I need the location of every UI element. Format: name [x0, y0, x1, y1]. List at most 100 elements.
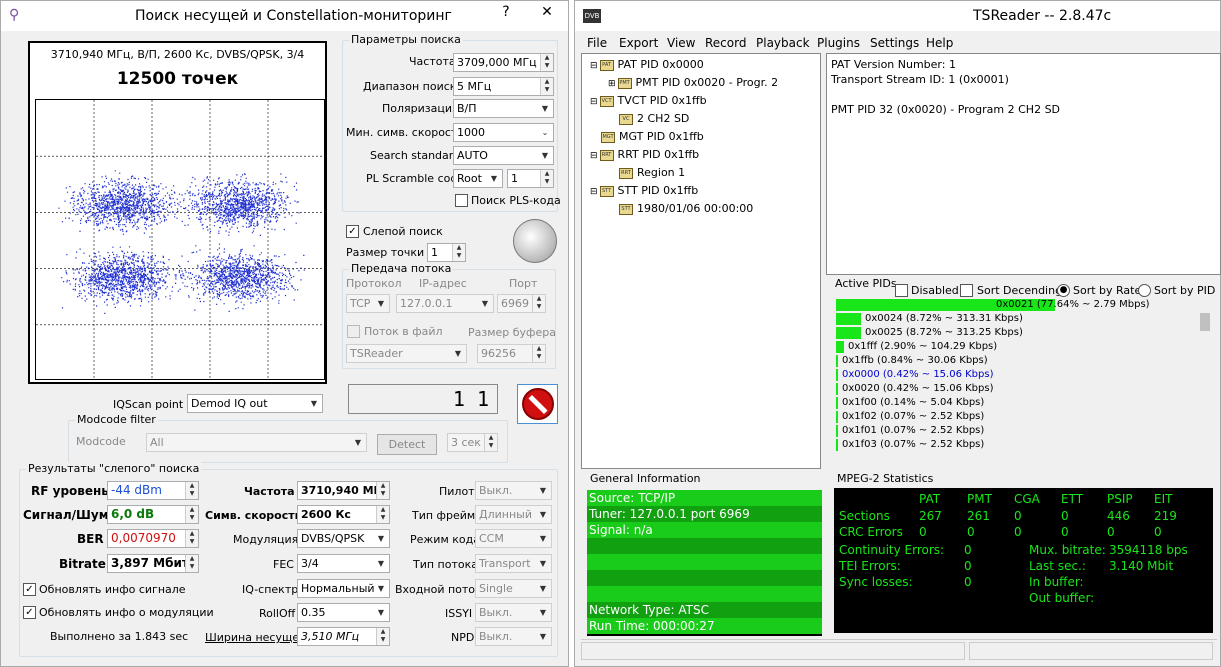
menu-view[interactable]: View — [667, 36, 695, 50]
tree-node[interactable]: ⊟ VCT TVCT PID 0x1ffb — [590, 94, 707, 107]
freq-spin[interactable]: ▲ ▼ — [540, 54, 553, 71]
proto-select[interactable]: TCP ▼ — [346, 294, 390, 313]
modcode-select[interactable]: All ▼ — [146, 433, 367, 452]
pid-row[interactable]: 0x0020 (0.42% ~ 15.06 Kbps) — [836, 383, 993, 395]
tree-node[interactable]: ⊟ PAT PAT PID 0x0000 — [590, 58, 704, 71]
pid-row[interactable]: 0x0025 (8.72% ~ 313.25 Kbps) — [836, 327, 1023, 339]
ber-spin[interactable]: ▲ ▼ — [185, 530, 198, 547]
expander-icon[interactable]: ⊞ — [608, 79, 616, 89]
detect-time-input[interactable]: 3 сек ▲ ▼ — [447, 433, 498, 452]
pid-row[interactable]: 0x0000 (0.42% ~ 15.06 Kbps) — [836, 369, 993, 381]
res-bw-label[interactable]: Ширина несущей — [205, 631, 306, 644]
upd-signal-checkbox[interactable]: ✓ — [23, 583, 36, 596]
pid-row[interactable]: 0x1f02 (0.07% ~ 2.52 Kbps) — [836, 411, 984, 423]
expander-icon[interactable]: ⊟ — [590, 97, 598, 107]
frame-select[interactable]: Длинный ▼ — [475, 505, 552, 524]
pids-scrollbar[interactable] — [1199, 299, 1211, 467]
pid-row[interactable]: 0x1ffb (0.84% ~ 30.06 Kbps) — [836, 355, 988, 367]
frame-label: Тип фрейма — [412, 509, 482, 522]
res-mod-select[interactable]: DVBS/QPSK ▼ — [297, 529, 390, 548]
menu-help[interactable]: Help — [926, 36, 953, 50]
res-rolloff-select[interactable]: 0.35 ▼ — [297, 603, 390, 622]
sortpid-radio[interactable] — [1138, 284, 1151, 297]
menu-playback[interactable]: Playback — [756, 36, 810, 50]
dot-size-spin[interactable]: ▲ ▼ — [452, 244, 465, 261]
res-mod-value: DVBS/QPSK — [301, 532, 365, 545]
res-fec-select[interactable]: 3/4 ▼ — [297, 554, 390, 573]
codemode-select[interactable]: CCM ▼ — [475, 529, 552, 548]
menu-file[interactable]: File — [587, 36, 607, 50]
res-iq-select[interactable]: Нормальный ▼ — [297, 579, 390, 598]
res-freq-spin[interactable]: ▲ ▼ — [376, 482, 389, 499]
port-spin[interactable]: ▲ ▼ — [532, 295, 545, 312]
pid-row[interactable]: 0x1f00 (0.14% ~ 5.04 Kbps) — [836, 397, 984, 409]
res-sym-spin[interactable]: ▲ ▼ — [376, 506, 389, 523]
pol-select[interactable]: В/П ▼ — [453, 99, 554, 118]
port-input[interactable]: 6969 ▲ ▼ — [497, 294, 546, 313]
pid-row[interactable]: 0x1f01 (0.07% ~ 2.52 Kbps) — [836, 425, 984, 437]
tree-node[interactable]: ⊟ RRT RRT PID 0x1ffb — [590, 148, 699, 161]
range-input[interactable]: 5 МГц ▲ ▼ — [453, 77, 554, 96]
pid-row[interactable]: 0x0021 (77.64% ~ 2.79 Mbps) — [836, 299, 1150, 311]
tree-node[interactable]: MGT MGT PID 0x1ffb — [590, 130, 704, 143]
expander-icon[interactable]: ⊟ — [590, 151, 598, 161]
rf-spin[interactable]: ▲ ▼ — [185, 482, 198, 499]
chevron-down-icon: ▼ — [377, 299, 385, 308]
expander-icon[interactable]: ⊟ — [590, 187, 598, 197]
issyi-select[interactable]: Выкл. ▼ — [475, 603, 552, 622]
buffer-input[interactable]: 96256 ▲ ▼ — [477, 344, 546, 363]
menu-record[interactable]: Record — [705, 36, 746, 50]
ip-select[interactable]: 127.0.0.1 ▼ — [396, 294, 494, 313]
detect-button[interactable]: Detect — [377, 434, 437, 455]
close-button[interactable]: ✕ — [528, 1, 566, 23]
freq-label: Частота — [409, 55, 456, 68]
to-file-checkbox[interactable] — [347, 325, 360, 338]
detect-time-spin[interactable]: ▲ ▼ — [484, 434, 497, 451]
sortdesc-checkbox[interactable] — [960, 284, 973, 297]
minsym-select[interactable]: 1000 ⌄ — [453, 123, 554, 142]
tree-node[interactable]: ⊟ STT STT PID 0x1ffb — [590, 184, 698, 197]
tree-node[interactable]: VC 2 CH2 SD — [608, 112, 689, 125]
input-select[interactable]: Single ▼ — [475, 579, 552, 598]
std-select[interactable]: AUTO ▼ — [453, 146, 554, 165]
res-bw-spin[interactable]: ▲ ▼ — [376, 628, 389, 645]
range-spin[interactable]: ▲ ▼ — [540, 78, 553, 95]
menu-plugins[interactable]: Plugins — [817, 36, 860, 50]
pls-code-input[interactable]: 1 ▲ ▼ — [507, 169, 554, 188]
snr-spin[interactable]: ▲ ▼ — [185, 506, 198, 523]
buffer-spin[interactable]: ▲ ▼ — [532, 345, 545, 362]
menu-export[interactable]: Export — [619, 36, 658, 50]
streamtype-select[interactable]: Transport ▼ — [475, 554, 552, 573]
buffer-label: Размер буфера — [468, 326, 556, 339]
blind-search-checkbox[interactable]: ✓ — [346, 225, 359, 238]
disabled-checkbox[interactable] — [895, 284, 908, 297]
pls-mode-select[interactable]: Root ▼ — [453, 169, 503, 188]
pid-row[interactable]: 0x1fff (2.90% ~ 104.29 Kbps) — [836, 341, 997, 353]
app-select[interactable]: TSReader ▼ — [346, 344, 467, 363]
npd-select[interactable]: Выкл. ▼ — [475, 627, 552, 646]
help-button[interactable]: ? — [491, 1, 521, 23]
freq-input[interactable]: 3709,000 МГц ▲ ▼ — [453, 53, 554, 72]
dot-size-input[interactable]: 1 ▲ ▼ — [427, 243, 466, 262]
last-sec-value: 3.140 Mbit — [1109, 559, 1174, 573]
pls-search-checkbox[interactable] — [455, 194, 468, 207]
crc-value: 0 — [1107, 525, 1115, 539]
tree-node[interactable]: STT 1980/01/06 00:00:00 — [608, 202, 753, 215]
menu-settings[interactable]: Settings — [870, 36, 919, 50]
pid-row[interactable]: 0x0024 (8.72% ~ 313.31 Kbps) — [836, 313, 1023, 325]
pilot-select[interactable]: Выкл. ▼ — [475, 481, 552, 500]
expander-icon[interactable]: ⊟ — [590, 61, 598, 71]
pls-spin[interactable]: ▲ ▼ — [540, 170, 553, 187]
table-icon: PMT — [617, 77, 632, 89]
iqscan-select[interactable]: Demod IQ out ▼ — [187, 394, 323, 413]
upd-mod-checkbox[interactable]: ✓ — [23, 606, 36, 619]
pid-row[interactable]: 0x1f03 (0.07% ~ 2.52 Kbps) — [836, 439, 984, 451]
sortrate-radio[interactable]: ● — [1057, 284, 1070, 297]
tree-node[interactable]: RRT Region 1 — [608, 166, 685, 179]
satellite-dish-icon[interactable] — [513, 219, 557, 263]
table-icon: STT — [599, 185, 614, 197]
bitrate-spin[interactable]: ▲ ▼ — [185, 555, 198, 572]
mpeg-stats-label: MPEG-2 Statistics — [837, 472, 934, 485]
stop-button[interactable] — [517, 384, 558, 424]
tree-node[interactable]: ⊞ PMT PMT PID 0x0020 - Progr. 2 — [608, 76, 778, 89]
